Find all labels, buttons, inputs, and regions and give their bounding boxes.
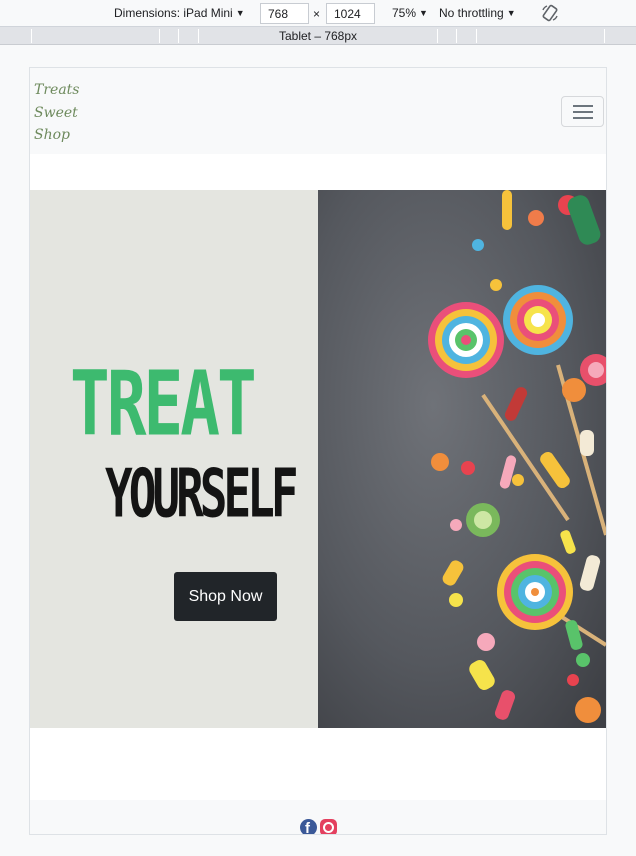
lollipop-candy-image <box>318 190 606 728</box>
dimensions-label: Dimensions: iPad Mini <box>114 6 233 20</box>
brand-line: Shop <box>34 127 70 143</box>
device-viewport: Treats Sweet Shop TREAT YOURSELF Shop No… <box>29 67 607 835</box>
zoom-dropdown[interactable]: 75% ▼ <box>392 6 428 20</box>
height-input[interactable]: 1024 <box>326 3 375 24</box>
hero-text-panel: TREAT YOURSELF Shop Now <box>30 190 318 728</box>
width-input[interactable]: 768 <box>260 3 309 24</box>
dimensions-dropdown[interactable]: Dimensions: iPad Mini ▼ <box>114 6 245 20</box>
instagram-icon[interactable] <box>320 819 337 834</box>
chevron-down-icon: ▼ <box>506 8 516 18</box>
hero-banner: TREAT YOURSELF Shop Now <box>30 190 606 728</box>
media-query-ruler[interactable]: Tablet – 768px <box>0 27 636 45</box>
rotate-icon[interactable] <box>541 4 559 22</box>
times-separator: × <box>313 7 321 21</box>
hero-headline-treat: TREAT <box>70 351 257 456</box>
device-toolbar: Dimensions: iPad Mini ▼ 768 × 1024 75% ▼… <box>0 0 636 27</box>
facebook-icon[interactable]: f <box>300 819 317 834</box>
chevron-down-icon: ▼ <box>235 8 245 18</box>
shop-now-button[interactable]: Shop Now <box>174 572 277 621</box>
brand-line: Treats <box>34 82 80 98</box>
brand-line: Sweet <box>34 104 78 121</box>
zoom-label: 75% <box>392 6 417 20</box>
hero-lollipop-image <box>318 190 606 728</box>
hero-headline-yourself: YOURSELF <box>105 454 299 533</box>
navbar: Treats Sweet Shop <box>30 68 606 154</box>
ruler-label: Tablet – 768px <box>278 29 358 43</box>
throttling-dropdown[interactable]: No throttling ▼ <box>439 6 516 20</box>
throttling-label: No throttling <box>439 6 504 20</box>
footer: f <box>30 800 606 834</box>
chevron-down-icon: ▼ <box>419 8 428 18</box>
brand-logo-link[interactable]: Treats Sweet Shop <box>34 79 79 147</box>
navbar-toggle-button[interactable] <box>561 96 604 127</box>
